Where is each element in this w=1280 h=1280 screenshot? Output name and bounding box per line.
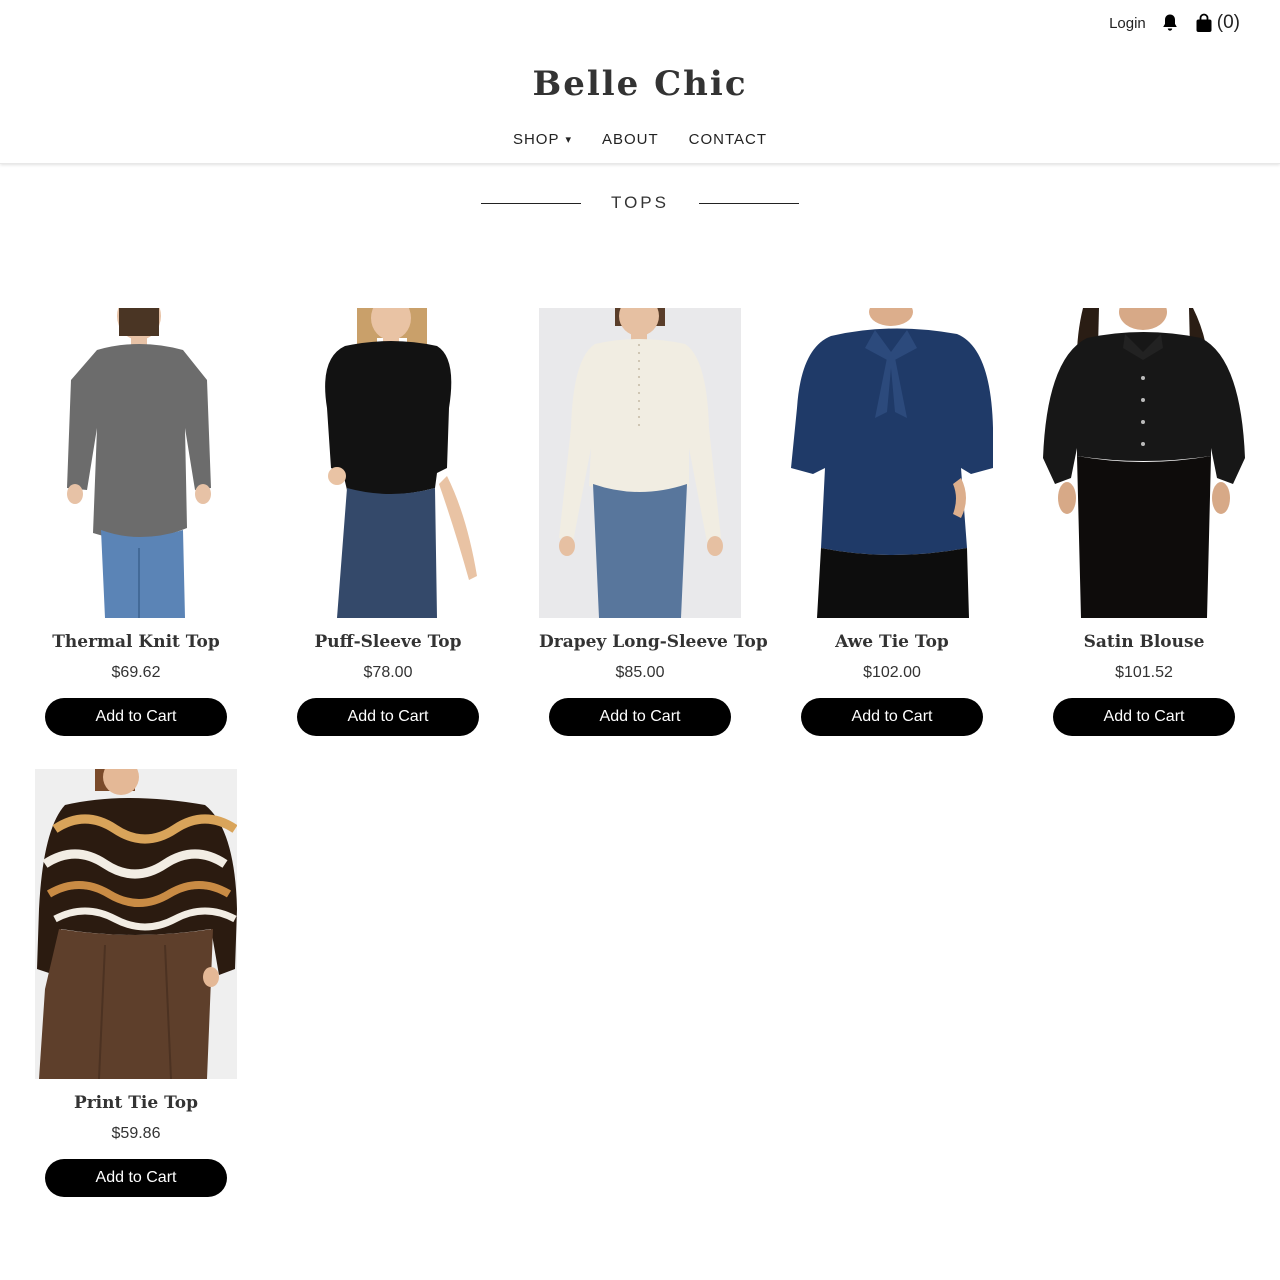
product-name[interactable]: Print Tie Top (35, 1093, 237, 1113)
shopping-bag-icon (1194, 12, 1214, 34)
product-price: $59.86 (111, 1125, 161, 1142)
product-name[interactable]: Thermal Knit Top (35, 632, 237, 652)
nav-shop-label: SHOP (512, 131, 560, 148)
product-image-print-tie-top[interactable] (35, 769, 237, 1079)
product-card: Thermal Knit Top $69.62 Add to Cart (35, 308, 237, 736)
nav-shop[interactable]: SHOP ▾ (513, 131, 572, 148)
section-title: TOPS (611, 193, 669, 212)
product-name[interactable]: Awe Tie Top (791, 632, 993, 652)
main-nav: SHOP ▾ ABOUT CONTACT (0, 131, 1280, 148)
login-link[interactable]: Login (1109, 15, 1146, 32)
top-utility-bar: Login (0) (1109, 10, 1240, 36)
product-image-satin-blouse[interactable] (1043, 308, 1245, 618)
add-to-cart-button[interactable]: Add to Cart (45, 1159, 227, 1197)
chevron-down-icon: ▾ (565, 134, 572, 146)
site-header: Login (0) Belle Chic SHOP ▾ ABOUT CONTAC… (0, 0, 1280, 164)
product-price: $85.00 (615, 664, 665, 681)
product-image-drapey-long-sleeve-top[interactable] (539, 308, 741, 618)
divider-right (698, 202, 799, 204)
product-card: Satin Blouse $101.52 Add to Cart (1043, 308, 1245, 736)
product-price: $78.00 (363, 664, 413, 681)
add-to-cart-button[interactable]: Add to Cart (297, 698, 479, 736)
product-price: $69.62 (111, 664, 161, 681)
cart-count: (0) (1216, 12, 1240, 33)
product-name[interactable]: Drapey Long-Sleeve Top (539, 632, 768, 652)
product-image-awe-tie-top[interactable] (791, 308, 993, 618)
nav-about[interactable]: ABOUT (602, 131, 659, 148)
product-card: Awe Tie Top $102.00 Add to Cart (791, 308, 993, 736)
section-heading: TOPS (0, 193, 1280, 213)
product-name[interactable]: Satin Blouse (1043, 632, 1245, 652)
product-card: Drapey Long-Sleeve Top $85.00 Add to Car… (539, 308, 768, 736)
bell-icon[interactable] (1160, 12, 1180, 34)
product-card: Print Tie Top $59.86 Add to Cart (35, 769, 237, 1197)
add-to-cart-button[interactable]: Add to Cart (549, 698, 731, 736)
divider-left (481, 202, 581, 204)
add-to-cart-button[interactable]: Add to Cart (1053, 698, 1235, 736)
brand-logo[interactable]: Belle Chic (0, 64, 1280, 104)
product-price: $101.52 (1115, 664, 1173, 681)
product-card: Puff-Sleeve Top $78.00 Add to Cart (287, 308, 489, 736)
add-to-cart-button[interactable]: Add to Cart (801, 698, 983, 736)
product-image-thermal-knit-top[interactable] (35, 308, 237, 618)
product-price: $102.00 (863, 664, 921, 681)
nav-contact[interactable]: CONTACT (689, 131, 767, 148)
cart-button[interactable]: (0) (1194, 12, 1240, 34)
add-to-cart-button[interactable]: Add to Cart (45, 698, 227, 736)
product-name[interactable]: Puff-Sleeve Top (287, 632, 489, 652)
product-image-puff-sleeve-top[interactable] (287, 308, 489, 618)
